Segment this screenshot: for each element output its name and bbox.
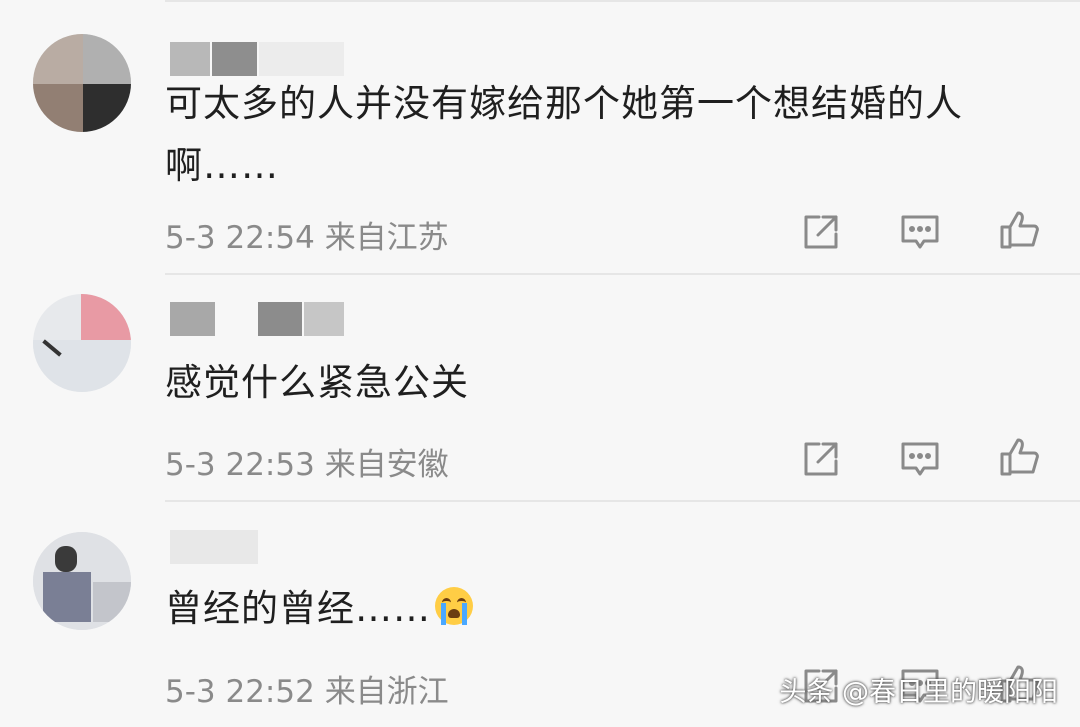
comment-date: 5-3 22:53 (165, 447, 315, 483)
comment-text: 曾经的曾经…… (165, 578, 1015, 640)
avatar[interactable] (33, 294, 131, 392)
share-icon[interactable] (799, 437, 843, 481)
comment-meta: 5-3 22:52 来自浙江 (165, 666, 449, 711)
comment-divider (165, 500, 1080, 502)
comment-divider (165, 273, 1080, 275)
comment-text-content: 曾经的曾经…… (165, 587, 431, 630)
comment-date: 5-3 22:52 (165, 674, 315, 710)
comment-text: 可太多的人并没有嫁给那个她第一个想结婚的人啊…… (165, 82, 963, 187)
watermark: 头条 @春日里的暖阳阳 (779, 677, 1058, 708)
comment-location: 来自江苏 (324, 220, 449, 256)
avatar[interactable] (33, 34, 131, 132)
thumbs-up-icon[interactable] (998, 208, 1042, 252)
comment-location: 来自浙江 (324, 674, 449, 710)
comment-text: 感觉什么紧急公关 (165, 361, 469, 404)
comment-date: 5-3 22:54 (165, 220, 315, 256)
comment-meta: 5-3 22:53 来自安徽 (165, 439, 449, 484)
thumbs-up-icon[interactable] (998, 435, 1042, 479)
share-icon[interactable] (799, 210, 843, 254)
comment-icon[interactable] (898, 437, 942, 481)
crying-face-icon (435, 587, 473, 625)
comment-meta: 5-3 22:54 来自江苏 (165, 212, 449, 257)
top-divider (165, 0, 1080, 2)
avatar[interactable] (33, 532, 131, 630)
comment-location: 来自安徽 (324, 447, 449, 483)
comment-icon[interactable] (898, 210, 942, 254)
